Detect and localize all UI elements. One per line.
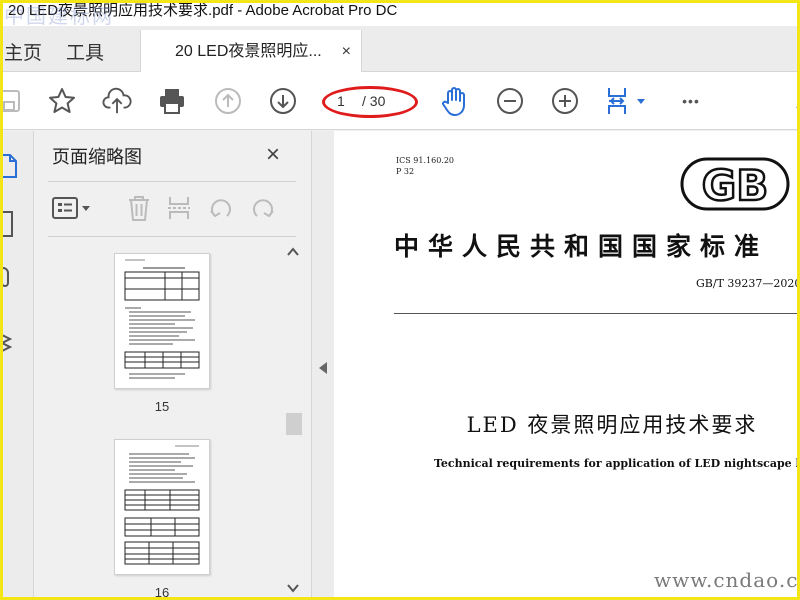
document-view[interactable]: ICS 91.160.20 P 32 GB 中华人民共和国国家标准 GB/T 3… (334, 131, 800, 600)
thumbnail-page-15[interactable] (114, 253, 210, 389)
thumbnail-page-16[interactable] (114, 439, 210, 575)
hand-icon[interactable] (440, 86, 470, 116)
more-icon[interactable]: ••• (676, 86, 706, 116)
zoom-in-icon[interactable] (550, 86, 580, 116)
red-highlight-ellipse (322, 86, 418, 118)
tab-close-button[interactable]: × (342, 30, 351, 73)
print-icon[interactable] (157, 86, 187, 116)
save-icon[interactable] (0, 86, 24, 116)
window-titlebar: 20 LED夜景照明应用技术要求.pdf - Adobe Acrobat Pro… (0, 0, 800, 26)
top-watermark: 中国建标网 (4, 4, 114, 28)
rotate-left-icon[interactable] (206, 193, 236, 223)
document-title-en: Technical requirements for application o… (434, 457, 800, 470)
scroll-up-icon[interactable] (287, 247, 299, 257)
thumbnail-page-number: 16 (154, 585, 170, 600)
tab-document[interactable]: 20 LED夜景照明应... × (140, 30, 362, 73)
attachment-icon[interactable] (0, 263, 22, 293)
site-watermark: www.cndao.com (654, 568, 800, 592)
collapse-arrow-icon[interactable] (318, 361, 328, 375)
ics-line: ICS 91.160.20 (396, 156, 455, 165)
trash-icon[interactable] (124, 193, 154, 223)
prev-page-icon[interactable] (213, 86, 243, 116)
next-page-icon[interactable] (268, 86, 298, 116)
panel-title: 页面缩略图 (52, 147, 142, 167)
tab-bar: 主页 工具 20 LED夜景照明应... × (0, 26, 800, 73)
tab-document-label: 20 LED夜景照明应... (175, 43, 322, 60)
scrollbar-thumb[interactable] (286, 413, 302, 435)
gb-logo-icon: GB (680, 157, 790, 211)
national-standard-heading: 中华人民共和国国家标准 (394, 232, 769, 261)
ics-code: ICS 91.160.20 P 32 (396, 155, 454, 177)
panel-collapse-handle[interactable] (312, 131, 334, 600)
layers-icon[interactable] (0, 327, 22, 357)
thumbnail-list: 15 16 (34, 241, 312, 600)
document-rule (394, 313, 800, 314)
tab-tools[interactable]: 工具 (66, 38, 104, 65)
document-page: ICS 91.160.20 P 32 GB 中华人民共和国国家标准 GB/T 3… (334, 131, 800, 600)
scroll-down-icon[interactable] (287, 583, 299, 593)
fit-page-icon[interactable] (604, 86, 650, 116)
document-title-cn: LED 夜景照明应用技术要求 (466, 413, 758, 437)
star-icon[interactable] (47, 86, 77, 116)
thumbnail-scrollbar[interactable] (284, 243, 302, 600)
page-thumbnails-icon[interactable] (0, 151, 22, 181)
page-thumbnails-panel: 页面缩略图 × 15 16 (34, 131, 312, 600)
zoom-out-icon[interactable] (495, 86, 525, 116)
standard-number: GB/T 39237—2020 (696, 277, 800, 290)
edit-pen-icon[interactable] (786, 86, 800, 116)
panel-divider (48, 236, 296, 237)
bookmark-icon[interactable] (0, 209, 22, 239)
tab-home[interactable]: 主页 (4, 38, 42, 65)
cloud-upload-icon[interactable] (102, 86, 132, 116)
panel-divider (48, 181, 296, 182)
gb-logo-text: GB (702, 161, 769, 210)
insert-page-icon[interactable] (164, 193, 194, 223)
rotate-right-icon[interactable] (248, 193, 278, 223)
thumbnail-options-icon[interactable] (50, 193, 96, 223)
panel-close-button[interactable]: × (266, 141, 280, 169)
p-line: P 32 (396, 167, 415, 176)
left-nav-rail (0, 131, 34, 600)
thumbnail-page-number: 15 (154, 399, 170, 414)
